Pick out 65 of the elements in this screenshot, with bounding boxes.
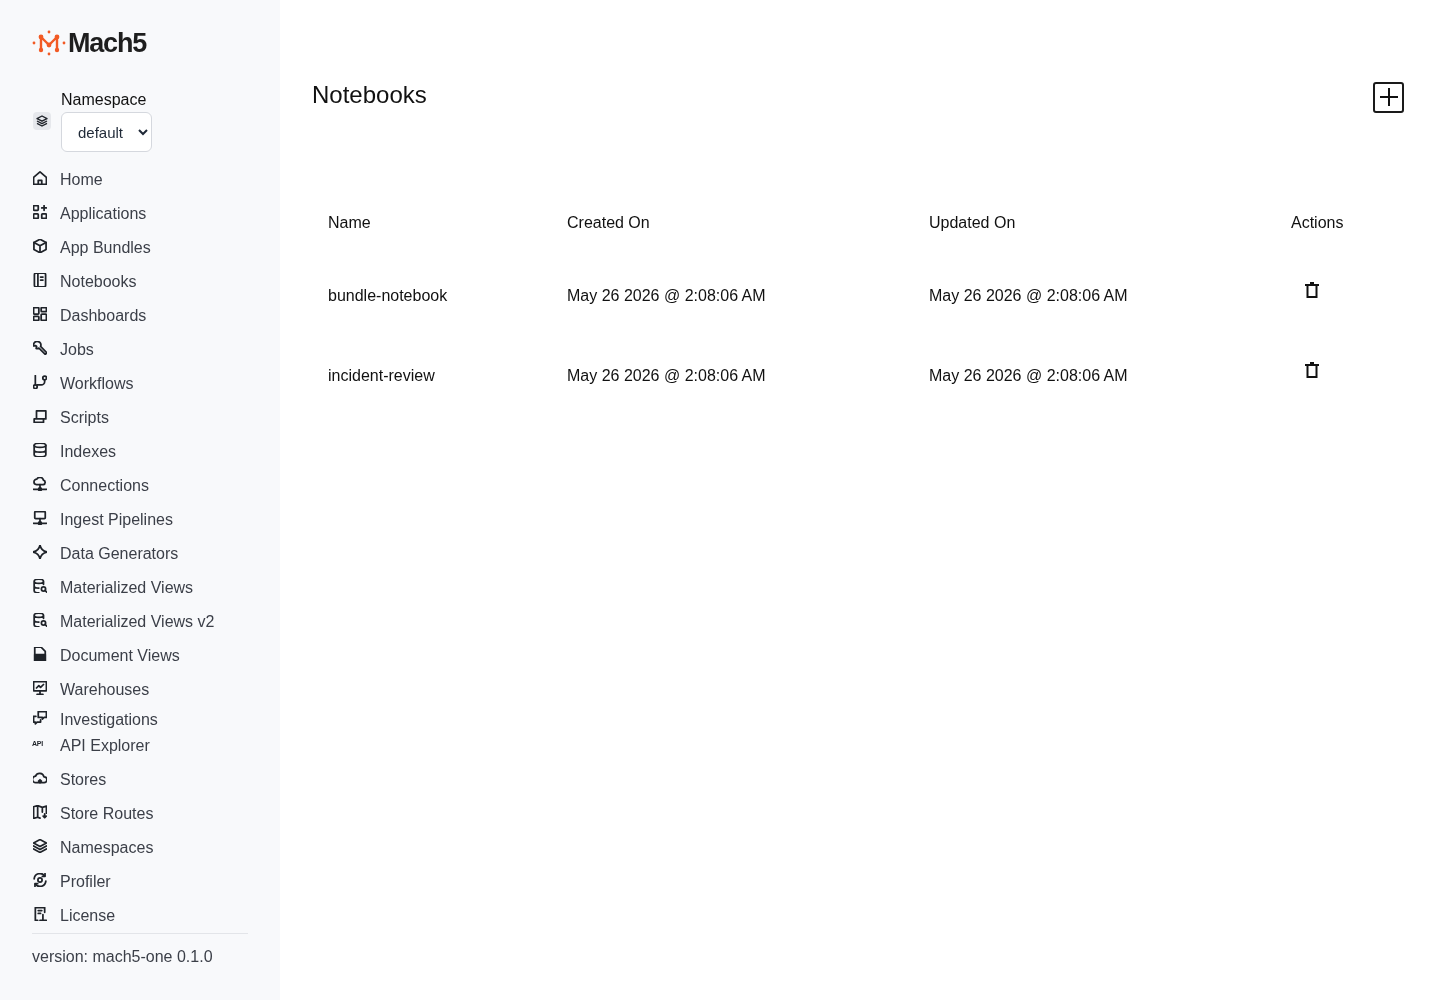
nav-link[interactable]: Workflows bbox=[32, 367, 248, 401]
map-icon bbox=[33, 805, 47, 819]
nav-link[interactable]: Store Routes bbox=[32, 797, 248, 831]
column-header: Updated On bbox=[928, 213, 1017, 233]
nav-link[interactable]: Namespaces bbox=[32, 831, 248, 865]
column-header: Actions bbox=[1290, 213, 1345, 233]
table-cell-text: bundle-notebook bbox=[327, 286, 449, 306]
notebook-icon bbox=[33, 273, 47, 287]
trash-icon bbox=[1305, 362, 1319, 378]
sparkle-icon bbox=[33, 545, 47, 559]
nav-link[interactable]: Materialized Views bbox=[32, 571, 248, 605]
nav-link[interactable]: Dashboards bbox=[32, 299, 248, 333]
add-button[interactable] bbox=[1373, 81, 1404, 113]
column-header: Created On bbox=[566, 213, 651, 233]
cycle-icon bbox=[33, 873, 47, 887]
presentation-icon bbox=[33, 681, 47, 695]
database-search-icon bbox=[33, 613, 47, 627]
table-cell-text: incident-review bbox=[327, 366, 436, 386]
cloud-network-icon bbox=[33, 477, 47, 491]
branch-icon bbox=[33, 375, 47, 389]
namespace-select[interactable]: default bbox=[61, 112, 152, 152]
home-icon bbox=[33, 171, 47, 185]
cloud-icon bbox=[33, 771, 47, 785]
table-cell-text: May 26 2026 @ 2:08:06 AM bbox=[566, 366, 767, 386]
table-cell-text: May 26 2026 @ 2:08:06 AM bbox=[566, 286, 767, 306]
nav-link[interactable]: Notebooks bbox=[32, 265, 248, 299]
database-search-icon bbox=[33, 579, 47, 593]
page-title: Notebooks bbox=[312, 80, 427, 110]
plus-icon bbox=[1379, 88, 1398, 106]
nav-link[interactable]: App Bundles bbox=[32, 231, 248, 265]
monitor-network-icon bbox=[33, 511, 47, 525]
logo-icon bbox=[32, 30, 66, 56]
table-cell-text: May 26 2026 @ 2:08:06 AM bbox=[928, 366, 1129, 386]
nav-link[interactable]: Jobs bbox=[32, 333, 248, 367]
wrench-icon bbox=[33, 341, 47, 355]
nav-link[interactable]: Applications bbox=[32, 197, 248, 231]
layers-icon bbox=[33, 839, 47, 853]
brand-name: Mach5 bbox=[68, 30, 147, 56]
table-cell-text: May 26 2026 @ 2:08:06 AM bbox=[928, 286, 1129, 306]
document-icon bbox=[33, 647, 47, 661]
column-header: Name bbox=[327, 213, 372, 233]
nav-link[interactable]: Stores bbox=[32, 763, 248, 797]
cube-icon bbox=[33, 239, 47, 253]
nav-link[interactable]: Connections bbox=[32, 469, 248, 503]
nav-link[interactable]: Warehouses bbox=[32, 673, 248, 707]
nav-link[interactable]: Ingest Pipelines bbox=[32, 503, 248, 537]
dashboard-icon bbox=[33, 307, 47, 321]
chat-icon bbox=[33, 711, 47, 725]
nav-link[interactable]: License bbox=[32, 899, 248, 933]
nav-link[interactable]: Investigations bbox=[32, 707, 248, 729]
grid-plus-icon bbox=[33, 205, 47, 219]
trash-icon bbox=[1305, 282, 1319, 298]
nav-link[interactable]: Profiler bbox=[32, 865, 248, 899]
namespace-label: Namespace bbox=[61, 90, 147, 110]
nav-link[interactable]: Document Views bbox=[32, 639, 248, 673]
receipt-icon bbox=[33, 907, 47, 921]
nav-link[interactable]: Materialized Views v2 bbox=[32, 605, 248, 639]
database-icon bbox=[33, 443, 47, 457]
scroll-icon bbox=[33, 409, 47, 423]
nav-link[interactable]: Indexes bbox=[32, 435, 248, 469]
nav-link[interactable]: Scripts bbox=[32, 401, 248, 435]
version-text: version: mach5-one 0.1.0 bbox=[32, 948, 214, 966]
nav-link[interactable]: Home bbox=[32, 163, 248, 197]
nav-link[interactable]: Data Generators bbox=[32, 537, 248, 571]
layers-icon bbox=[33, 112, 51, 130]
